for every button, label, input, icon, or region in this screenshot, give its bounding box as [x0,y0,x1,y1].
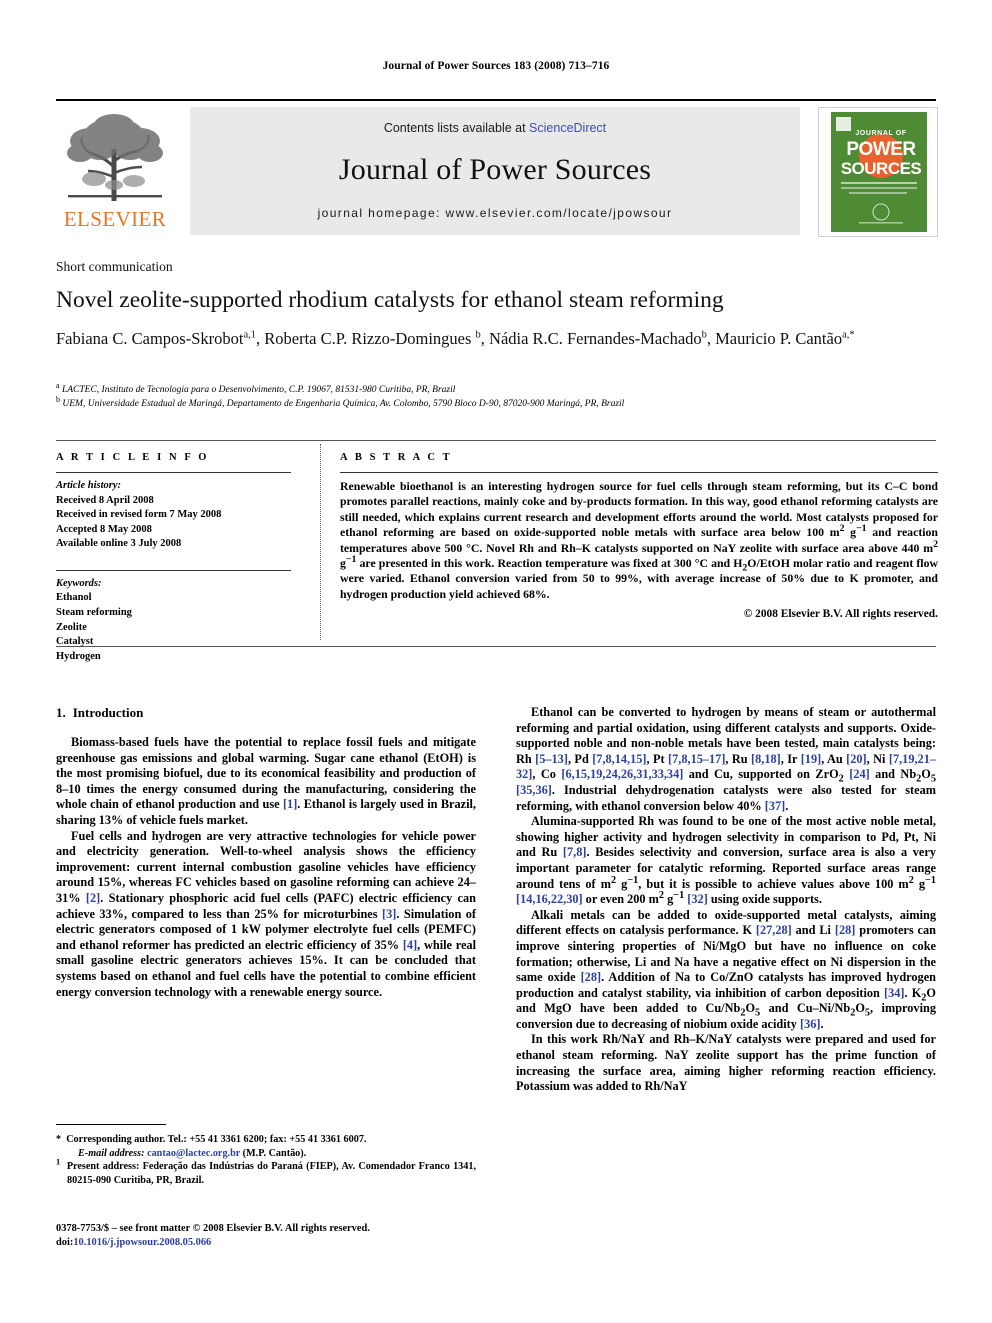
section-heading-introduction: 1. Introduction [56,705,476,721]
abstract-copyright: © 2008 Elsevier B.V. All rights reserved… [743,608,938,621]
contents-available-line: Contents lists available at ScienceDirec… [190,121,800,135]
corresponding-author-note: * Corresponding author. Tel.: +55 41 336… [56,1134,367,1145]
running-head: Journal of Power Sources 183 (2008) 713–… [382,60,610,72]
contents-prefix: Contents lists available at [383,121,530,135]
footnotes-block: * Corresponding author. Tel.: +55 41 336… [56,1124,476,1187]
homepage-prefix: journal homepage: [317,206,446,220]
keyword-item: Catalyst [56,636,94,648]
front-matter-line: 0378-7753/$ – see front matter © 2008 El… [56,1223,370,1234]
article-history-list: Received 8 April 2008 Received in revise… [56,494,306,552]
keyword-item: Ethanol [56,592,92,604]
info-abstract-divider [320,444,321,640]
body-paragraph: Alumina-supported Rh was found to be one… [516,814,937,907]
article-info-rule [56,472,291,473]
history-item: Available online 3 July 2008 [56,538,182,550]
paper-page: Journal of Power Sources 183 (2008) 713–… [0,0,992,1323]
svg-text:JOURNAL OF: JOURNAL OF [855,130,906,137]
keyword-item: Steam reforming [56,606,132,618]
body-paragraph: Fuel cells and hydrogen are very attract… [56,828,476,999]
abstract-heading: A B S T R A C T [340,452,453,463]
email-note: E-mail address: cantao@lactec.org.br (M.… [78,1147,307,1159]
journal-cover-thumbnail: JOURNAL OF POWER SOURCES [818,107,938,237]
present-address-note: 1 Present address: Federação das Indústr… [56,1156,476,1186]
history-item: Received 8 April 2008 [56,494,154,506]
keywords-label: Keywords: [56,577,102,589]
elsevier-tree-icon [60,109,170,205]
keyword-item: Zeolite [56,621,87,633]
elsevier-wordmark: ELSEVIER [63,207,167,231]
sciencedirect-link[interactable]: ScienceDirect [529,121,606,135]
svg-text:SOURCES: SOURCES [841,159,922,178]
history-item: Accepted 8 May 2008 [56,523,152,535]
author-list: Fabiana C. Campos-Skrobota,1, Roberta C.… [56,329,855,348]
section-title: Introduction [72,705,144,720]
page-title: Novel zeolite-supported rhodium catalyst… [56,287,724,313]
article-info-heading: A R T I C L E I N F O [56,452,210,463]
svg-text:POWER: POWER [846,139,916,160]
affiliation-b: b UEM, Universidade Estadual de Maringá,… [56,394,625,409]
body-paragraph: Ethanol can be converted to hydrogen by … [516,705,936,813]
body-column-right: Ethanol can be converted to hydrogen by … [516,705,936,1095]
abstract-text: Renewable bioethanol is an interesting h… [340,479,938,601]
article-history-label: Article history: [56,480,122,491]
journal-masthead: ELSEVIER Contents lists available at Sci… [56,99,938,237]
body-paragraph: Biomass-based fuels have the potential t… [56,735,476,827]
keywords-rule [56,569,291,571]
affiliation-a: a LACTEC, Instituto de Tecnologia para o… [56,380,456,395]
abstract-rule [340,472,938,473]
affiliations: a LACTEC, Instituto de Tecnologia para o… [56,380,944,411]
journal-title: Journal of Power Sources [338,153,652,186]
body-paragraph: Alkali metals can be added to oxide-supp… [516,907,936,1031]
abstract-column: A B S T R A C T Renewable bioethanol is … [340,452,938,620]
elsevier-logo: ELSEVIER [56,107,174,235]
history-item: Received in revised form 7 May 2008 [56,509,222,521]
body-paragraph: In this work Rh/NaY and Rh–K/NaY catalys… [516,1032,936,1094]
keyword-item: Hydrogen [56,650,101,662]
footnote-rule [56,1124,166,1125]
article-info-column: A R T I C L E I N F O Article history: R… [56,452,306,664]
imprint-block: 0378-7753/$ – see front matter © 2008 El… [56,1222,486,1250]
article-type: Short communication [56,259,173,274]
homepage-url[interactable]: www.elsevier.com/locate/jpowsour [446,206,673,220]
masthead-center-band: Contents lists available at ScienceDirec… [190,107,800,235]
doi-line: doi:10.1016/j.jpowsour.2008.05.066 [56,1236,486,1250]
section-number: 1. [56,705,66,720]
body-column-left: 1. Introduction Biomass-based fuels have … [56,705,476,1000]
keywords-block: Keywords: Ethanol Steam reforming Zeolit… [56,569,306,664]
doi-link[interactable]: 10.1016/j.jpowsour.2008.05.066 [73,1237,211,1248]
journal-homepage-line: journal homepage: www.elsevier.com/locat… [190,206,800,220]
doi-prefix: doi: [56,1237,74,1248]
